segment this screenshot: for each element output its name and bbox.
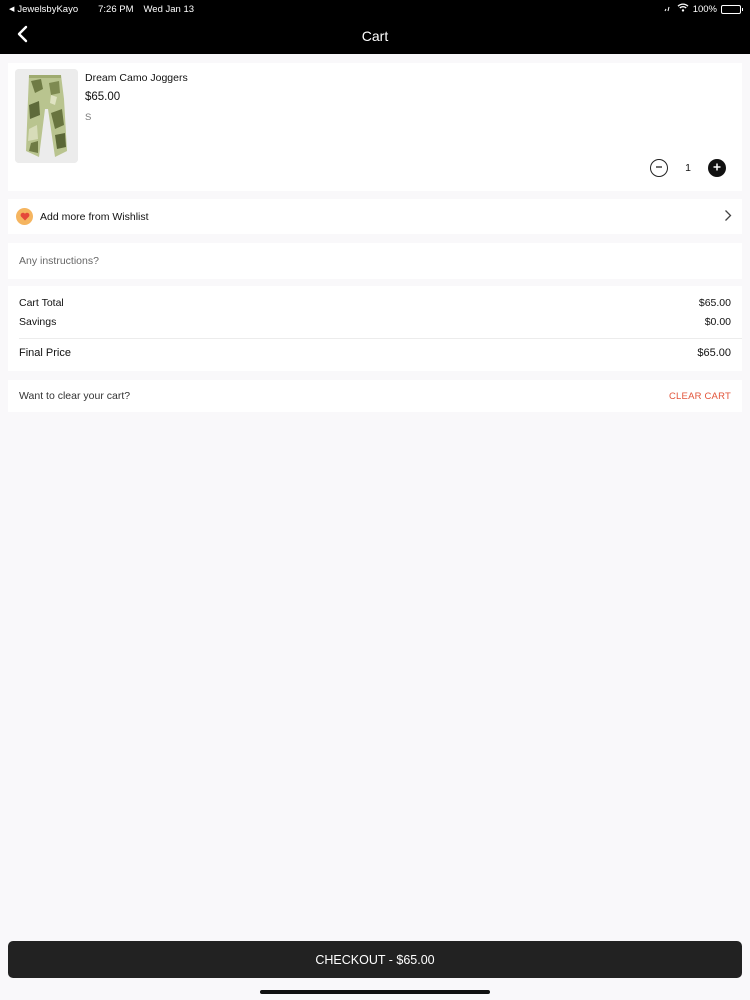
increase-quantity-button[interactable]	[708, 159, 726, 177]
battery-icon	[721, 4, 743, 14]
cart-total-row: Cart Total $65.00	[19, 297, 731, 309]
clear-cart-row: Want to clear your cart? CLEAR CART	[8, 380, 742, 412]
battery-percent: 100%	[692, 3, 717, 15]
wishlist-label: Add more from Wishlist	[40, 210, 149, 223]
quantity-value: 1	[685, 162, 691, 174]
back-to-app[interactable]: ◀ JewelsbyKayo	[9, 4, 88, 15]
cart-total-value: $65.00	[698, 297, 731, 309]
page-title: Cart	[361, 28, 389, 44]
product-name[interactable]: Dream Camo Joggers	[85, 72, 188, 84]
back-app-label: JewelsbyKayo	[17, 3, 79, 15]
wifi-icon	[677, 3, 689, 15]
product-image[interactable]	[15, 69, 78, 163]
instructions-input[interactable]	[19, 255, 719, 267]
chevron-left-icon	[16, 25, 28, 48]
savings-row: Savings $0.00	[19, 316, 731, 328]
status-time: 7:26 PM	[98, 3, 134, 15]
price-summary: Cart Total $65.00 Savings $0.00 Final Pr…	[8, 286, 742, 371]
final-price-value: $65.00	[697, 347, 731, 359]
decrease-quantity-button[interactable]	[650, 159, 668, 177]
savings-label: Savings	[19, 316, 57, 328]
checkout-button[interactable]: CHECKOUT - $65.00	[8, 941, 742, 978]
quantity-stepper: 1	[650, 159, 726, 177]
nav-bar: Cart	[0, 18, 750, 54]
instructions-row	[8, 243, 742, 279]
status-bar: ◀ JewelsbyKayo 7:26 PM Wed Jan 13 100%	[0, 0, 750, 18]
minus-circle-icon	[654, 159, 664, 177]
plus-circle-icon	[712, 159, 722, 177]
home-indicator	[260, 990, 490, 994]
cart-total-label: Cart Total	[19, 297, 64, 309]
product-price: $65.00	[85, 91, 121, 103]
savings-value: $0.00	[704, 316, 731, 328]
signal-icon	[664, 4, 673, 15]
cart-item: Dream Camo Joggers $65.00 S 1	[8, 63, 742, 191]
back-triangle-icon: ◀	[9, 6, 15, 13]
chevron-right-icon	[724, 209, 732, 227]
product-size: S	[85, 112, 92, 123]
back-button[interactable]	[12, 25, 32, 48]
divider	[19, 338, 742, 339]
final-price-row: Final Price $65.00	[19, 347, 731, 359]
final-price-label: Final Price	[19, 347, 71, 359]
heart-icon	[16, 208, 33, 225]
add-from-wishlist-row[interactable]: Add more from Wishlist	[8, 199, 742, 234]
clear-cart-prompt: Want to clear your cart?	[19, 390, 131, 402]
clear-cart-button[interactable]: CLEAR CART	[669, 391, 731, 402]
status-date: Wed Jan 13	[143, 3, 195, 15]
